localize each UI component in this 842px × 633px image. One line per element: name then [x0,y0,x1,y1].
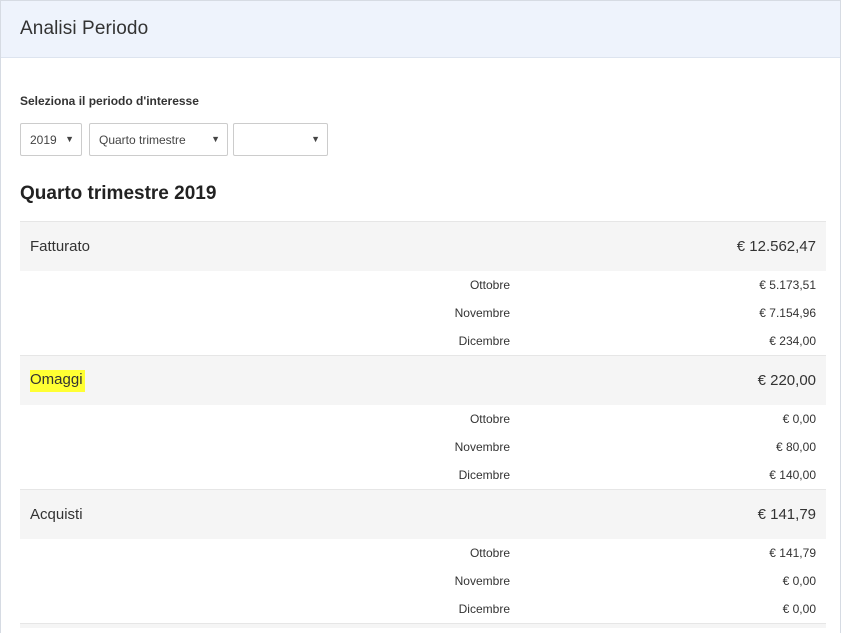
table-next-row-edge [20,623,826,628]
group-row-acquisti: Acquisti € 141,79 [20,489,826,539]
table-row: Dicembre € 0,00 [20,595,826,623]
year-select[interactable]: 2019 ▼ [20,123,82,156]
table-row: Novembre € 0,00 [20,567,826,595]
month-label: Dicembre [458,602,510,616]
caret-down-icon: ▼ [211,134,220,144]
page-title: Analisi Periodo [20,18,149,39]
group-row-omaggi: Omaggi € 220,00 [20,355,826,405]
group-label-highlighted: Omaggi [30,370,85,392]
period-select[interactable]: Quarto trimestre ▼ [89,123,228,156]
month-select[interactable]: ▼ [233,123,328,156]
period-select-value: Quarto trimestre [99,132,186,147]
month-value: € 7.154,96 [759,306,816,320]
table-row: Novembre € 7.154,96 [20,299,826,327]
caret-down-icon: ▼ [311,134,320,144]
month-value: € 141,79 [769,546,816,560]
month-label: Novembre [454,574,510,588]
month-value: € 234,00 [769,334,816,348]
summary-table: Fatturato € 12.562,47 Ottobre € 5.173,51… [20,221,826,628]
month-label: Dicembre [458,468,510,482]
group-label: Acquisti [30,506,83,523]
table-row: Dicembre € 140,00 [20,461,826,489]
month-value: € 140,00 [769,468,816,482]
month-label: Dicembre [458,334,510,348]
group-row-fatturato: Fatturato € 12.562,47 [20,221,826,271]
analysis-panel: Analisi Periodo Seleziona il periodo d'i… [0,0,841,633]
year-select-value: 2019 [30,132,57,147]
period-filter-label: Seleziona il periodo d'interesse [20,94,199,108]
month-label: Ottobre [469,412,510,426]
table-row: Dicembre € 234,00 [20,327,826,355]
group-total: € 220,00 [757,372,816,389]
month-value: € 80,00 [775,440,816,454]
month-label: Ottobre [469,546,510,560]
group-total: € 12.562,47 [736,238,816,255]
table-row: Novembre € 80,00 [20,433,826,461]
month-label: Novembre [454,440,510,454]
table-row: Ottobre € 141,79 [20,539,826,567]
month-label: Ottobre [469,278,510,292]
month-value: € 5.173,51 [759,278,816,292]
month-value: € 0,00 [782,412,816,426]
caret-down-icon: ▼ [65,134,74,144]
month-value: € 0,00 [782,574,816,588]
table-row: Ottobre € 0,00 [20,405,826,433]
group-label: Fatturato [30,238,91,255]
table-row: Ottobre € 5.173,51 [20,271,826,299]
panel-header: Analisi Periodo [1,1,840,58]
month-label: Novembre [454,306,510,320]
section-title: Quarto trimestre 2019 [20,183,217,204]
group-total: € 141,79 [757,506,816,523]
month-value: € 0,00 [782,602,816,616]
